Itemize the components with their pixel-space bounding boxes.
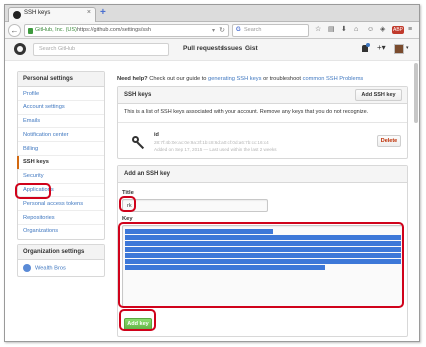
- organization-settings-title: Organization settings: [18, 245, 104, 260]
- org-avatar-icon: [23, 264, 31, 272]
- title-input[interactable]: rk: [122, 199, 268, 212]
- ssh-key-added-date: Added on Sep 17, 2015 — Last used within…: [154, 147, 277, 152]
- sidebar-item-personal-access-tokens[interactable]: Personal access tokens: [18, 197, 104, 212]
- browser-search-input[interactable]: G Search: [232, 24, 309, 37]
- selected-key-line: [125, 265, 325, 270]
- navigation-toolbar: ← GitHub, Inc. (US) https://github.com/s…: [5, 22, 419, 39]
- reading-list-icon[interactable]: ▤: [328, 25, 335, 35]
- page-viewport: Search GitHub Pull requests Issues Gist …: [5, 39, 419, 341]
- ssh-keys-description: This is a list of SSH keys associated wi…: [124, 109, 369, 115]
- site-identity[interactable]: GitHub, Inc. (US): [35, 27, 77, 33]
- tab-ssh-keys[interactable]: SSH keys ×: [8, 7, 96, 22]
- delete-key-button[interactable]: Delete: [377, 135, 401, 147]
- chat-icon[interactable]: ☺: [367, 25, 374, 35]
- ssh-keys-box: SSH keys Add SSH key This is a list of S…: [117, 86, 408, 159]
- browser-window: SSH keys × + ← GitHub, Inc. (US) https:/…: [4, 4, 420, 342]
- create-new-icon[interactable]: +▾: [377, 43, 386, 52]
- add-ssh-key-form: Add an SSH key Title rk Key Add key: [117, 165, 408, 337]
- adblock-icon[interactable]: ABP: [392, 26, 405, 34]
- personal-settings-menu: Personal settings Profile Account settin…: [17, 71, 105, 240]
- help-or: or troubleshoot: [261, 76, 303, 82]
- url-text[interactable]: https://github.com/settings/ssh: [77, 27, 151, 33]
- sidebar-item-security[interactable]: Security: [18, 170, 104, 184]
- star-icon[interactable]: ☆: [315, 25, 321, 35]
- sidebar-item-account-settings[interactable]: Account settings: [18, 101, 104, 115]
- selected-key-line: [125, 235, 401, 240]
- organization-settings-menu: Organization settings Wealth Bros: [17, 244, 105, 277]
- download-icon[interactable]: ⬇: [341, 25, 347, 35]
- ssh-key-name: id: [154, 132, 159, 138]
- sidebar-item-organizations[interactable]: Organizations: [18, 225, 104, 239]
- search-placeholder: Search: [244, 27, 262, 33]
- sidebar-item-ssh-keys[interactable]: SSH keys: [17, 155, 104, 170]
- sidebar-item-notification-center[interactable]: Notification center: [18, 128, 104, 143]
- github-search-placeholder: Search GitHub: [39, 46, 76, 52]
- sidebar-item-repositories[interactable]: Repositories: [18, 211, 104, 225]
- lock-icon: [28, 28, 33, 34]
- back-arrow-icon[interactable]: ←: [8, 24, 21, 37]
- ssh-key-fingerprint: 28:7f:4b:0e:ac:0e:9a:3f:1b:c8:6d:a0:cf:0…: [154, 140, 269, 145]
- add-ssh-key-header: Add an SSH key: [118, 166, 407, 183]
- key-icon: [132, 136, 146, 150]
- selected-key-line: [125, 229, 273, 234]
- github-header: Search GitHub Pull requests Issues Gist …: [5, 39, 419, 61]
- ssh-keys-title: SSH keys: [124, 92, 152, 98]
- page-scrollbar[interactable]: [414, 63, 418, 123]
- add-ssh-key-button[interactable]: Add SSH key: [355, 89, 402, 101]
- ssh-keys-header: SSH keys Add SSH key: [118, 87, 407, 104]
- help-middle: Check out our guide to: [147, 76, 209, 82]
- title-label: Title: [122, 190, 134, 196]
- tab-title: SSH keys: [24, 10, 51, 16]
- selected-key-line: [125, 259, 401, 264]
- github-logo-icon[interactable]: [14, 43, 26, 55]
- url-dropdown-icon[interactable]: ▾: [212, 27, 215, 34]
- sidebar-item-applications[interactable]: Applications: [18, 184, 104, 198]
- sidebar-item-billing[interactable]: Billing: [18, 142, 104, 156]
- help-prefix: Need help?: [117, 76, 148, 82]
- tab-close-icon[interactable]: ×: [87, 9, 91, 16]
- github-favicon-icon: [13, 11, 21, 19]
- avatar-dropdown-icon[interactable]: ▾: [406, 45, 409, 51]
- key-textarea[interactable]: [122, 225, 403, 307]
- reload-icon[interactable]: ↻: [219, 26, 225, 34]
- menu-icon[interactable]: ≡: [408, 25, 412, 35]
- add-ssh-key-title: Add an SSH key: [124, 171, 171, 177]
- sidebar-item-emails[interactable]: Emails: [18, 115, 104, 129]
- avatar[interactable]: [394, 44, 404, 54]
- address-bar[interactable]: GitHub, Inc. (US) https://github.com/set…: [24, 24, 229, 37]
- help-text: Need help? Check out our guide to genera…: [117, 76, 363, 82]
- common-ssh-problems-link[interactable]: common SSH Problems: [303, 76, 364, 82]
- nav-gist[interactable]: Gist: [245, 45, 258, 52]
- extension-icon[interactable]: ◈: [380, 25, 385, 35]
- notification-bell-icon[interactable]: [362, 43, 370, 52]
- divider: [118, 122, 407, 123]
- add-key-button[interactable]: Add key: [124, 318, 152, 331]
- nav-issues[interactable]: Issues: [222, 45, 242, 52]
- new-tab-button[interactable]: +: [100, 7, 106, 19]
- selected-key-line: [125, 241, 401, 246]
- home-icon[interactable]: ⌂: [354, 25, 358, 35]
- tab-strip: SSH keys × +: [5, 5, 419, 22]
- selected-key-line: [125, 253, 401, 258]
- sidebar-item-org[interactable]: Wealth Bros: [18, 260, 104, 276]
- org-name: Wealth Bros: [35, 265, 66, 272]
- search-engine-icon: G: [236, 27, 241, 33]
- key-label: Key: [122, 216, 133, 222]
- personal-settings-title: Personal settings: [18, 72, 104, 87]
- generating-ssh-keys-link[interactable]: generating SSH keys: [208, 76, 261, 82]
- github-search-input[interactable]: Search GitHub: [33, 43, 169, 56]
- selected-key-line: [125, 247, 401, 252]
- sidebar-item-profile[interactable]: Profile: [18, 87, 104, 101]
- nav-pull-requests[interactable]: Pull requests: [183, 45, 224, 52]
